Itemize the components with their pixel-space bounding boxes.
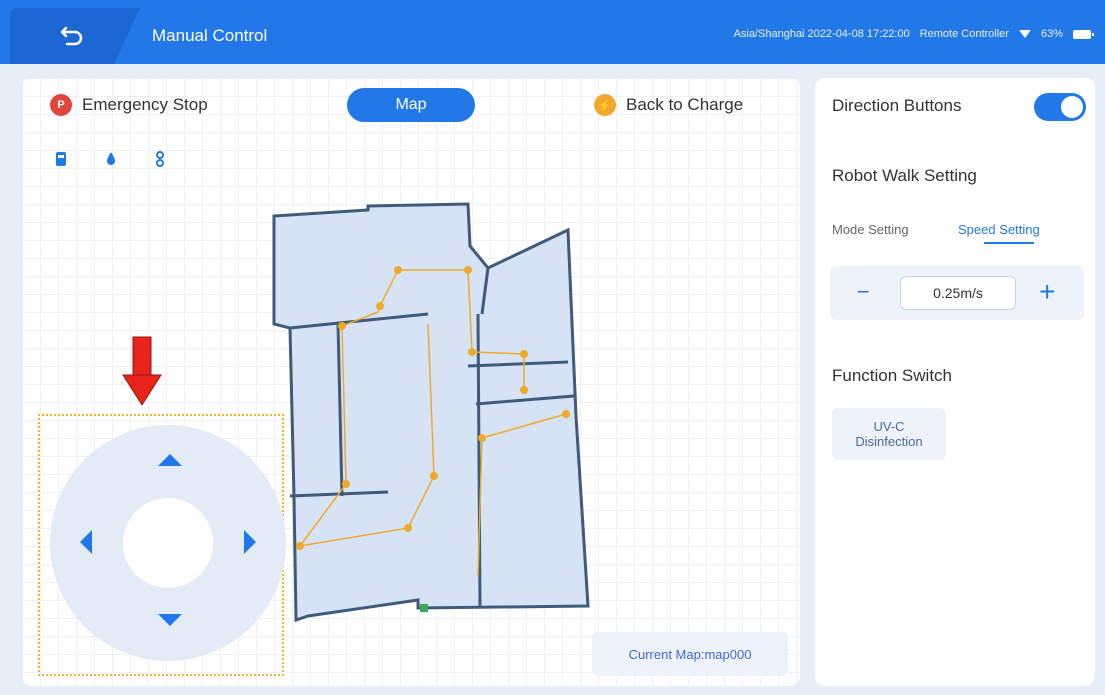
charge-icon: ⚡ (594, 94, 616, 116)
back-to-charge-label: Back to Charge (626, 95, 744, 114)
red-down-arrow-icon (122, 336, 162, 406)
wifi-icon (1018, 30, 1031, 38)
floor-map[interactable] (268, 196, 598, 626)
map-button[interactable]: Map (347, 88, 475, 122)
water-drop-icon[interactable] (104, 150, 118, 168)
toggle-knob (1061, 96, 1083, 118)
page-title: Manual Control (152, 26, 268, 45)
sensor-icon[interactable] (153, 150, 167, 168)
battery-text: 63% (1040, 28, 1063, 40)
robot-icon[interactable] (54, 150, 68, 168)
battery-icon (1073, 29, 1094, 39)
charging-dock-marker (420, 604, 428, 612)
arrow-left-icon[interactable] (78, 528, 94, 556)
tab-active-indicator (984, 242, 1034, 244)
controller-text[interactable]: Remote Controller (920, 28, 1009, 40)
uvc-label-line1: UV-C (873, 419, 905, 434)
robot-walk-setting-title: Robot Walk Setting (832, 166, 977, 185)
tab-speed-setting[interactable]: Speed Setting (958, 222, 1040, 237)
emergency-stop-label: Emergency Stop (82, 95, 208, 114)
datetime-text: Asia/Shanghai 2022-04-08 17:22:00 (733, 28, 910, 40)
uvc-label-line2: Disinfection (855, 434, 923, 449)
joystick-center[interactable] (123, 498, 213, 588)
direction-buttons-label: Direction Buttons (832, 96, 962, 115)
speed-increase-button[interactable]: + (1039, 276, 1055, 308)
arrow-right-icon[interactable] (242, 528, 258, 556)
uvc-disinfection-button[interactable]: UV-C Disinfection (832, 408, 946, 460)
back-to-charge-button[interactable]: ⚡ Back to Charge (594, 94, 743, 116)
header-bar: Manual Control Asia/Shanghai 2022-04-08 … (0, 0, 1105, 64)
back-button[interactable] (58, 22, 88, 50)
function-switch-title: Function Switch (832, 366, 952, 385)
emergency-stop-button[interactable]: P Emergency Stop (50, 94, 208, 116)
speed-value-field[interactable]: 0.25m/s (900, 276, 1016, 310)
current-map-label: Current Map:map000 (592, 632, 788, 676)
emergency-stop-icon: P (50, 94, 72, 116)
tab-mode-setting[interactable]: Mode Setting (832, 222, 909, 237)
status-area: Asia/Shanghai 2022-04-08 17:22:00 Remote… (733, 28, 1094, 40)
arrow-up-icon[interactable] (156, 452, 184, 468)
arrow-down-icon[interactable] (156, 612, 184, 628)
speed-decrease-button[interactable]: − (857, 279, 870, 305)
direction-buttons-toggle[interactable] (1034, 93, 1086, 121)
back-icon (60, 26, 83, 46)
